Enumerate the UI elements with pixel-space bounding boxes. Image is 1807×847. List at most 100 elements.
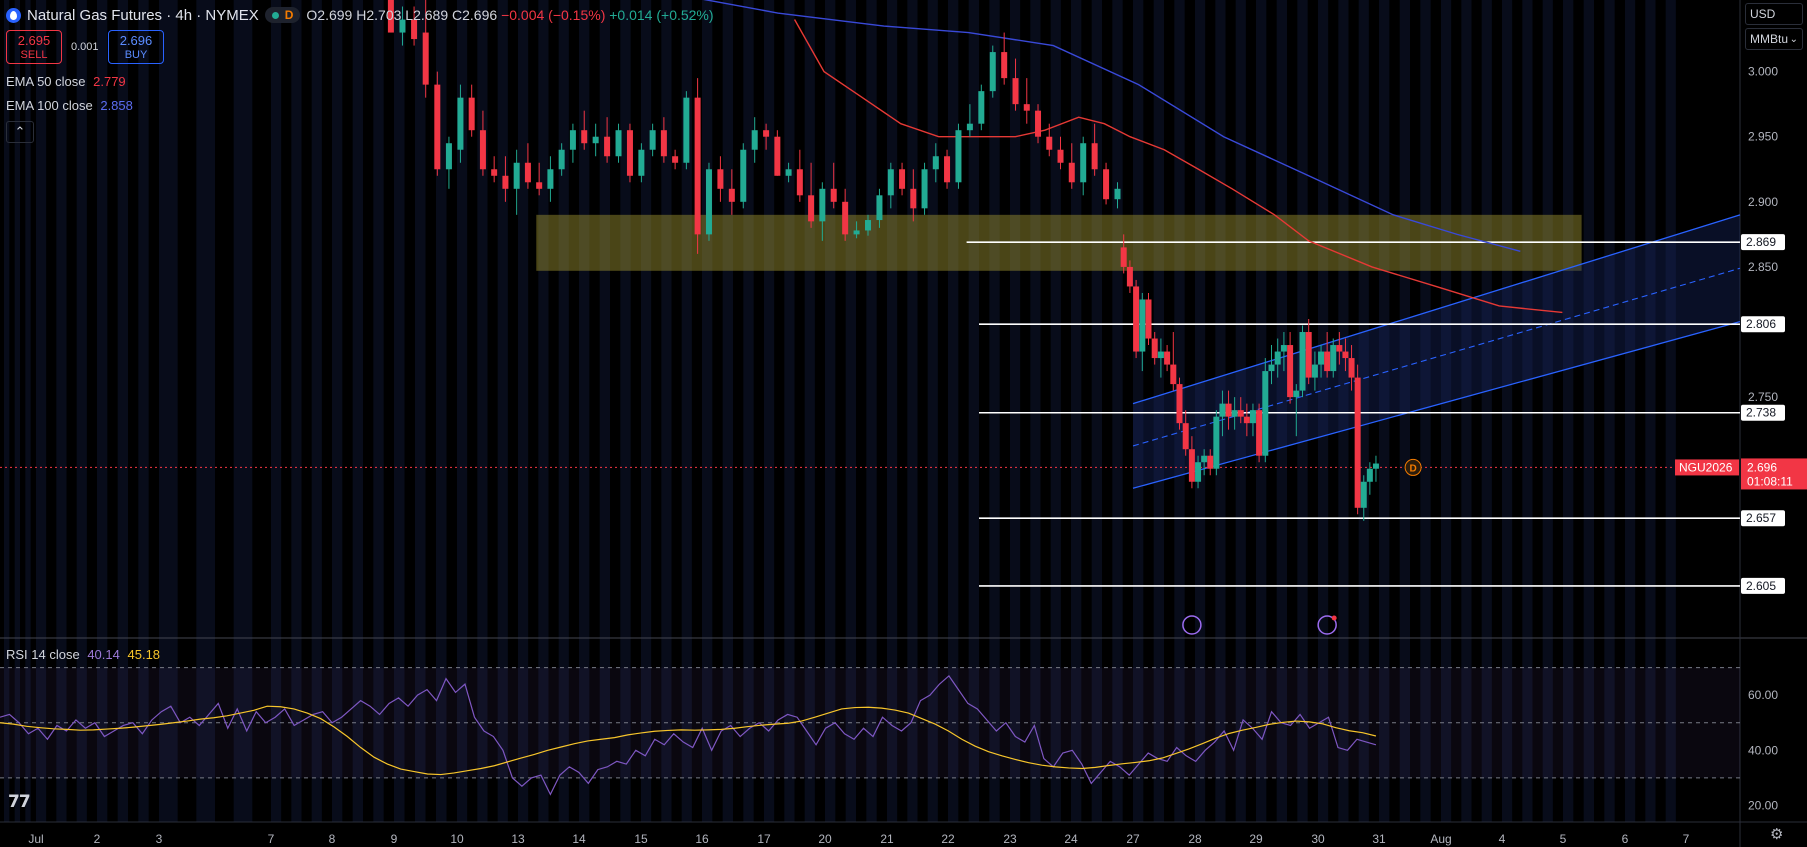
candle-body — [1256, 410, 1263, 456]
candle-body — [1231, 410, 1238, 417]
candle-body — [932, 156, 939, 170]
candle-body — [1262, 371, 1269, 456]
candle-body — [502, 175, 509, 189]
symbol-badge: NGU2026 — [1679, 460, 1733, 474]
rsi-tick-label: 40.00 — [1748, 743, 1778, 757]
event-alert-dot-icon — [1331, 615, 1337, 621]
time-tick-label: 22 — [941, 832, 955, 846]
candle-body — [1305, 332, 1312, 378]
time-tick-label: 29 — [1249, 832, 1263, 846]
candle-body — [966, 123, 973, 131]
candle-body — [1348, 358, 1355, 378]
ema100-legend[interactable]: EMA 100 close 2.858 — [6, 98, 133, 113]
candle-body — [1249, 410, 1256, 424]
candle-body — [434, 84, 441, 170]
candle-body — [694, 97, 701, 235]
time-tick-label: 17 — [757, 832, 771, 846]
candle-body — [1057, 149, 1064, 163]
time-tick-label: 16 — [695, 832, 709, 846]
market-status-pill[interactable]: D — [264, 7, 301, 23]
natural-gas-logo-icon — [6, 7, 21, 23]
candle-body — [796, 169, 803, 196]
candle-body — [728, 188, 735, 202]
candle-body — [1237, 410, 1244, 417]
candle-body — [513, 162, 520, 189]
rsi-legend[interactable]: RSI 14 close 40.14 45.18 — [6, 647, 160, 662]
candle-body — [581, 130, 588, 144]
candle-body — [955, 130, 962, 183]
buy-price: 2.696 — [119, 33, 153, 48]
candle-body — [1287, 345, 1294, 398]
candle-body — [819, 188, 826, 222]
candle-body — [899, 169, 906, 189]
candle-body — [569, 130, 576, 150]
collapse-indicators-button[interactable]: ⌃ — [6, 121, 34, 143]
candle-body — [1243, 416, 1250, 424]
candle-body — [547, 169, 554, 189]
time-tick-label: 31 — [1372, 832, 1386, 846]
ema100-label: EMA 100 close — [6, 98, 93, 113]
time-tick-label: 23 — [1003, 832, 1017, 846]
candle-body — [1001, 52, 1008, 79]
symbol-title[interactable]: Natural Gas Futures · 4h · NYMEX — [27, 7, 259, 24]
last-price-label: 2.696 — [1747, 460, 1777, 474]
price-tick-label: 2.950 — [1748, 130, 1778, 144]
candle-body — [887, 169, 894, 196]
candle-body — [615, 130, 622, 157]
candle-body — [1366, 468, 1373, 482]
candle-body — [1046, 136, 1053, 150]
candle-body — [1188, 449, 1195, 482]
buy-button[interactable]: 2.696 BUY — [108, 30, 164, 64]
candle-body — [1139, 299, 1146, 352]
candle-body — [763, 130, 770, 137]
candle-body — [944, 156, 951, 183]
candle-body — [785, 169, 792, 176]
chevron-down-icon: ⌄ — [1789, 33, 1798, 45]
candle-body — [1318, 351, 1325, 365]
ema50-label: EMA 50 close — [6, 74, 86, 89]
candle-body — [751, 130, 758, 150]
candle-body — [1219, 403, 1226, 417]
candle-body — [660, 130, 667, 157]
candle-body — [1080, 143, 1087, 183]
candle-body — [1103, 169, 1110, 200]
candle-body — [1268, 364, 1275, 372]
candle-body — [1330, 345, 1337, 372]
time-tick-label: 3 — [156, 832, 163, 846]
candle-body — [422, 32, 429, 85]
rsi-tick-label: 20.00 — [1748, 798, 1778, 812]
candle-body — [1372, 463, 1379, 469]
currency-select[interactable]: USD — [1745, 3, 1803, 25]
candle-body — [1225, 403, 1232, 417]
rsi-ma-value: 45.18 — [127, 647, 161, 662]
candle-body — [626, 130, 633, 176]
settings-gear-icon[interactable]: ⚙ — [1770, 825, 1783, 843]
candle-body — [1336, 345, 1343, 352]
level-2806-label: 2.806 — [1746, 317, 1776, 331]
time-tick-label: 10 — [450, 832, 464, 846]
time-tick-label: 7 — [268, 832, 275, 846]
candle-body — [1068, 162, 1075, 183]
time-tick-label: 9 — [391, 832, 398, 846]
candle-body — [1176, 384, 1183, 424]
candle-body — [524, 162, 531, 183]
time-tick-label: 27 — [1126, 832, 1140, 846]
candle-body — [921, 169, 928, 209]
close-value: C2.696 — [452, 7, 498, 23]
unit-select[interactable]: MMBtu ⌄ — [1745, 28, 1803, 50]
ema50-legend[interactable]: EMA 50 close 2.779 — [6, 74, 126, 89]
symbol-legend: Natural Gas Futures · 4h · NYMEX D O2.69… — [6, 4, 714, 26]
sell-button[interactable]: 2.695 SELL — [6, 30, 62, 64]
time-tick-label: Aug — [1430, 832, 1451, 846]
time-tick-label: 15 — [634, 832, 648, 846]
candle-body — [1035, 110, 1042, 137]
candle-body — [1360, 481, 1367, 508]
tradingview-logo-icon[interactable]: 𝟳𝟳 — [8, 792, 31, 812]
chart-canvas[interactable]: D 3.000 2.950 2.900 2.850 2.750 2.869 2.806 2.7… — [0, 0, 1807, 847]
candle-body — [592, 136, 599, 144]
time-tick-label: 20 — [818, 832, 832, 846]
candle-body — [558, 149, 565, 170]
candle-body — [1324, 351, 1331, 372]
candle-body — [1311, 364, 1318, 378]
low-value: L2.689 — [405, 7, 449, 23]
